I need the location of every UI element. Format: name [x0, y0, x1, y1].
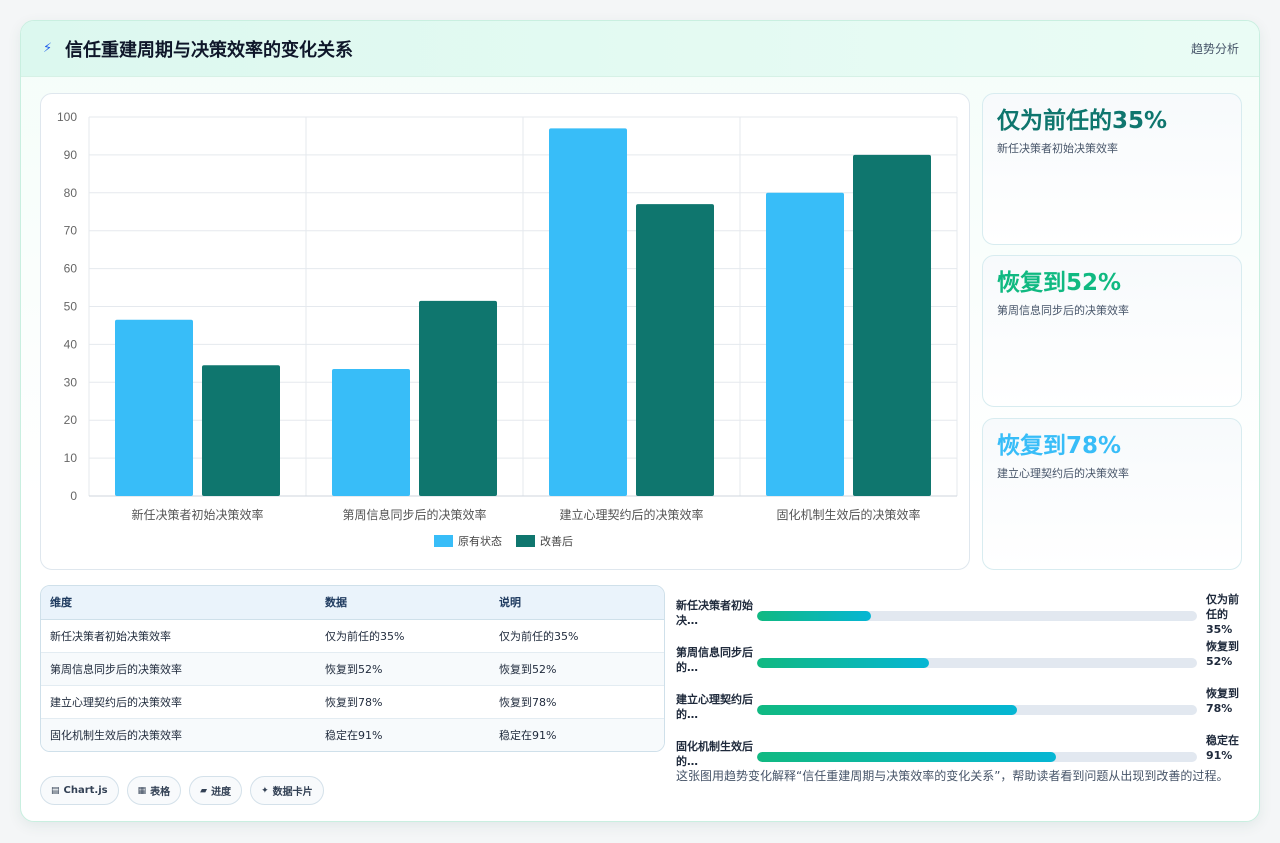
table-cell: 恢复到78%	[316, 685, 490, 719]
x-tick-label: 固化机制生效后的决策效率	[776, 507, 920, 522]
stat-value: 恢复到52%	[997, 270, 1122, 296]
bar	[115, 319, 193, 496]
y-tick-label: 80	[64, 186, 78, 200]
table-cell: 稳定在91%	[316, 718, 490, 751]
caption-text: 这张图用趋势变化解释“信任重建周期与决策效率的变化关系”，帮助读者看到问题从出现…	[676, 769, 1229, 783]
column-header: 说明	[490, 586, 664, 620]
stat-card-3: 恢复到78% 建立心理契约后的决策效率	[982, 418, 1242, 570]
progress-label: 建立心理契约后的…	[676, 693, 753, 721]
progress-fill	[757, 611, 872, 621]
progress-fill	[757, 705, 1017, 715]
table-cell: 仅为前任的35%	[490, 619, 664, 653]
progress-fill	[757, 752, 1057, 762]
y-tick-label: 90	[64, 148, 78, 162]
progress-row: 新任决策者初始决… 仅为前任的35%	[676, 592, 1246, 638]
table-cell: 第周信息同步后的决策效率	[41, 652, 316, 686]
chip-chartjs[interactable]: ▤ Chart.js	[40, 776, 119, 805]
trend-analysis-link[interactable]: 趋势分析	[1191, 40, 1239, 57]
table-header-row: 维度 数据 说明	[41, 586, 664, 620]
y-tick-label: 60	[64, 262, 78, 276]
bar-chart: 0 10 20 30 40 50 60 70 80 90 100 新任决策者初始决策效率 第周信息同步后…	[40, 93, 970, 570]
progress-value: 恢复到52%	[1206, 640, 1239, 668]
y-tick-label: 100	[57, 110, 77, 124]
bar	[419, 300, 497, 496]
progress-track	[757, 658, 1197, 668]
progress-icon: ▰	[200, 785, 208, 796]
lightning-icon: ⚡	[43, 41, 53, 56]
x-tick-label: 建立心理契约后的决策效率	[559, 507, 703, 522]
title-wrap: ⚡ 信任重建周期与决策效率的变化关系	[43, 36, 353, 62]
chip-progress[interactable]: ▰ 进度	[189, 776, 243, 805]
stat-card-2: 恢复到52% 第周信息同步后的决策效率	[982, 255, 1242, 407]
chip-label: 数据卡片	[272, 787, 313, 798]
x-tick-label: 新任决策者初始决策效率	[131, 507, 263, 522]
legend-label: 原有状态	[458, 534, 502, 548]
chip-label: Chart.js	[63, 785, 108, 796]
header: ⚡ 信任重建周期与决策效率的变化关系 趋势分析	[21, 21, 1259, 77]
table-cell: 固化机制生效后的决策效率	[41, 718, 316, 751]
bar	[549, 128, 627, 496]
bar	[636, 204, 714, 497]
chip-label: 表格	[150, 787, 171, 798]
chip-data-cards[interactable]: ✦ 数据卡片	[250, 776, 324, 805]
stat-label: 建立心理契约后的决策效率	[997, 467, 1129, 480]
table-cell: 新任决策者初始决策效率	[41, 619, 316, 653]
chip-table[interactable]: ▦ 表格	[126, 776, 182, 805]
legend-swatch	[516, 535, 535, 547]
data-table: 维度 数据 说明 新任决策者初始决策效率 仅为前任的35% 仅为前任的35% 第…	[40, 585, 665, 752]
progress-value: 仅为前任的35%	[1206, 593, 1239, 636]
chart-svg: 0 10 20 30 40 50 60 70 80 90 100 新任决策者初始决策效率 第周信息同步后…	[57, 110, 958, 548]
chart-icon: ▤	[51, 785, 60, 796]
dashboard-card: ⚡ 信任重建周期与决策效率的变化关系 趋势分析 0 10 20 30 40 50 60 70 8…	[20, 20, 1260, 822]
progress-track	[757, 705, 1197, 715]
table-row: 第周信息同步后的决策效率 恢复到52% 恢复到52%	[41, 652, 664, 686]
table-cell: 仅为前任的35%	[316, 619, 490, 653]
table-row: 建立心理契约后的决策效率 恢复到78% 恢复到78%	[41, 685, 664, 719]
bar	[332, 369, 410, 496]
y-tick-label: 0	[70, 489, 77, 503]
stat-label: 新任决策者初始决策效率	[997, 142, 1118, 155]
y-tick-label: 70	[64, 224, 78, 238]
progress-track	[757, 752, 1197, 762]
progress-label: 固化机制生效后的…	[676, 740, 753, 768]
table-cell: 稳定在91%	[490, 718, 664, 751]
progress-value: 稳定在91%	[1206, 734, 1239, 762]
x-tick-label: 第周信息同步后的决策效率	[342, 507, 486, 522]
progress-label: 第周信息同步后的…	[676, 646, 753, 674]
table-icon: ▦	[137, 785, 147, 796]
y-tick-label: 30	[64, 375, 78, 389]
table-cell: 恢复到52%	[316, 652, 490, 686]
stat-card-1: 仅为前任的35% 新任决策者初始决策效率	[982, 93, 1242, 245]
progress-row: 建立心理契约后的… 恢复到78%	[676, 686, 1246, 732]
bar	[766, 192, 844, 497]
progress-track	[757, 611, 1197, 621]
page-title: 信任重建周期与决策效率的变化关系	[65, 39, 353, 61]
progress-fill	[757, 658, 929, 668]
column-header: 数据	[316, 586, 490, 620]
table-cell: 建立心理契约后的决策效率	[41, 685, 316, 719]
chip-label: 进度	[211, 787, 232, 798]
table-cell: 恢复到78%	[490, 685, 664, 719]
y-tick-label: 40	[64, 337, 78, 351]
legend-label: 改善后	[540, 534, 573, 548]
table-row: 固化机制生效后的决策效率 稳定在91% 稳定在91%	[41, 718, 664, 751]
y-tick-label: 20	[64, 413, 78, 427]
chip-bar: ▤ Chart.js ▦ 表格 ▰ 进度 ✦ 数据卡片	[40, 776, 324, 805]
progress-label: 新任决策者初始决…	[676, 599, 753, 627]
sparkle-icon: ✦	[261, 785, 269, 796]
progress-row: 第周信息同步后的… 恢复到52%	[676, 639, 1246, 685]
stat-label: 第周信息同步后的决策效率	[997, 304, 1129, 317]
table-cell: 恢复到52%	[490, 652, 664, 686]
y-tick-label: 10	[64, 451, 78, 465]
bar	[853, 154, 931, 496]
bar	[202, 365, 280, 496]
table-row: 新任决策者初始决策效率 仅为前任的35% 仅为前任的35%	[41, 619, 664, 653]
legend-swatch	[434, 535, 453, 547]
y-tick-label: 50	[64, 300, 78, 314]
progress-value: 恢复到78%	[1206, 687, 1239, 715]
stat-value: 恢复到78%	[997, 433, 1122, 459]
column-header: 维度	[41, 586, 316, 620]
stat-value: 仅为前任的35%	[997, 108, 1168, 134]
